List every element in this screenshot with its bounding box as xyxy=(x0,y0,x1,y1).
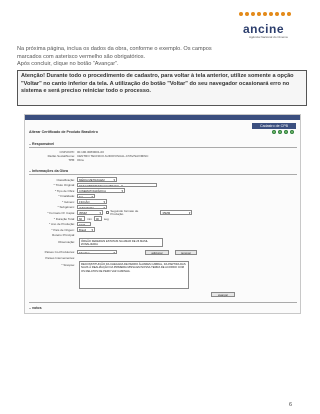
formato-select[interactable]: 35MM xyxy=(77,210,103,215)
ano-label: * Ano de Produção: xyxy=(49,222,75,226)
subgenero-select[interactable]: AVENTURA xyxy=(77,204,107,210)
warning-notice-text: Atenção! Durante todo o procedimento de … xyxy=(21,73,294,95)
row-roteiro: Roteiro Principal: xyxy=(29,233,77,238)
intro-line-1: Na próxima página, inclua os dados da ob… xyxy=(17,46,212,52)
row-genero: * Gênero: FICÇÃO xyxy=(29,199,107,204)
section-responsavel: Responsável xyxy=(29,142,54,146)
tipo-obra-select[interactable]: CINEMATOGRÁFICA xyxy=(77,188,125,193)
status-circle-icon xyxy=(272,130,276,134)
genero-label: * Gênero: xyxy=(62,199,75,204)
tipo-value: Obra xyxy=(77,157,84,162)
logo-subtitle: Agência Nacional do Cinema xyxy=(249,35,288,39)
paises-coprod-label: Países Co-Produtores: xyxy=(44,249,75,254)
row-paises-intervenientes: Países Intervenientes: xyxy=(29,256,77,261)
section-divider xyxy=(29,147,297,148)
logo-wordmark: ancine xyxy=(243,22,285,36)
row-subgenero: * Subgênero: AVENTURA xyxy=(29,204,107,210)
section-divider xyxy=(29,174,297,175)
form-header: Alterar Certificado de Produto Brasileir… xyxy=(29,130,98,134)
status-circle-icon xyxy=(278,130,282,134)
ano-input[interactable]: 1937 xyxy=(77,221,91,227)
row-ano: * Ano de Produção: 1937 xyxy=(29,221,91,227)
row-sinopse: * Sinopse: xyxy=(29,262,77,267)
roteiro-label: Roteiro Principal: xyxy=(52,233,75,237)
pais-select[interactable]: Brasil xyxy=(77,227,95,232)
duracao-seg-input[interactable]: 00 xyxy=(93,216,102,221)
row-tipo: TPB: Obra xyxy=(29,157,84,162)
tipo-label: TPB: xyxy=(68,157,75,162)
paises-coprod-select[interactable]: Elimdiya xyxy=(77,249,117,255)
sinopse-label: * Sinopse: xyxy=(61,262,75,267)
classificacao-label: Classificação: xyxy=(56,177,75,182)
genero-select[interactable]: FICÇÃO xyxy=(77,199,107,204)
avancar-button[interactable]: avançar xyxy=(211,292,235,297)
form-status-icons xyxy=(272,130,294,134)
tipo-obra-label: * Tipo de Obra: xyxy=(54,188,75,193)
observacao-label: Observação: xyxy=(57,239,75,244)
row-classificacao: Classificação: MÉDIA METRAGEM xyxy=(29,177,117,182)
duracao-min-label: min xyxy=(87,216,92,221)
logo-dots-decoration xyxy=(239,12,295,22)
paises-inter-label: Países Intervenientes: xyxy=(45,256,75,260)
row-duracao: * Duração Total: 60 min 00 seg xyxy=(29,216,109,221)
section-divider xyxy=(29,302,297,303)
row-tipo-obra: * Tipo de Obra: CINEMATOGRÁFICA xyxy=(29,188,125,193)
status-circle-icon xyxy=(284,130,288,134)
formato-checkbox[interactable] xyxy=(106,210,110,215)
duracao-min-input[interactable]: 60 xyxy=(77,216,85,221)
remover-button[interactable]: remover xyxy=(175,249,197,255)
adicionar-button[interactable]: adicionar xyxy=(145,249,169,255)
sinopse-textarea[interactable]: RECONSTITUIÇÃO DA CHEGADA DE PEDRO ÁLVAR… xyxy=(79,261,189,289)
form-tab-title: Cadastro de CPB xyxy=(252,123,296,129)
subgenero-label: * Subgênero: xyxy=(57,205,75,209)
razao-value: CENTRO TECNICO AUDIOVISUAL-CTAV/SAV/MINC xyxy=(77,153,149,158)
row-finalidade: * Finalidade: TV xyxy=(29,193,95,199)
titulo-input[interactable]: DESCOBRIMENTO DO BRASIL, O xyxy=(77,182,157,188)
observacao-textarea[interactable]: ÓRGÃO FEDERAIS ESTATAIS NA AMAR DE 26 MA… xyxy=(79,238,163,247)
pais-label: * País de Origem: xyxy=(51,227,75,232)
titulo-label: * Título Original: xyxy=(53,183,75,187)
form-screenshot: Cadastro de CPB Alterar Certificado de P… xyxy=(24,114,301,314)
section-informacoes-obra: Informações da Obra xyxy=(29,169,68,173)
row-pais: * País de Origem: Brasil xyxy=(29,227,95,232)
intro-line-3: Após concluir, clique no botão “Avançar”… xyxy=(17,61,119,68)
formato-label: * Formato Of. Capta: xyxy=(47,210,75,215)
intro-paragraph: Na próxima página, inclua os dados da ob… xyxy=(17,46,307,69)
finalidade-select[interactable]: TV xyxy=(77,193,95,199)
row-formato: * Formato Of. Capta: 35MM Seguindo forma… xyxy=(29,208,193,216)
formato-note: Seguindo formato de Produção xyxy=(110,208,139,216)
status-circle-icon xyxy=(290,130,294,134)
row-paises-coprodutores: Países Co-Produtores: Elimdiya xyxy=(29,249,117,255)
row-titulo: * Título Original: DESCOBRIMENTO DO BRAS… xyxy=(29,182,157,188)
ancine-logo: ancine Agência Nacional do Cinema xyxy=(239,12,295,42)
intro-line-2: marcados com asterisco vermelho são obri… xyxy=(17,53,146,60)
section-votos: votos xyxy=(29,306,42,310)
formato-right-select[interactable]: 35MM xyxy=(160,210,193,215)
classificacao-select[interactable]: MÉDIA METRAGEM xyxy=(77,177,117,182)
page-number: 6 xyxy=(289,402,293,408)
form-top-bar xyxy=(25,115,300,120)
duracao-label: * Duração Total: xyxy=(53,216,75,221)
warning-notice-box: Atenção! Durante todo o procedimento de … xyxy=(17,70,307,106)
finalidade-label: * Finalidade: xyxy=(58,194,75,198)
duracao-seg-label: seg xyxy=(103,216,109,221)
row-observacao: Observação: xyxy=(29,239,77,244)
